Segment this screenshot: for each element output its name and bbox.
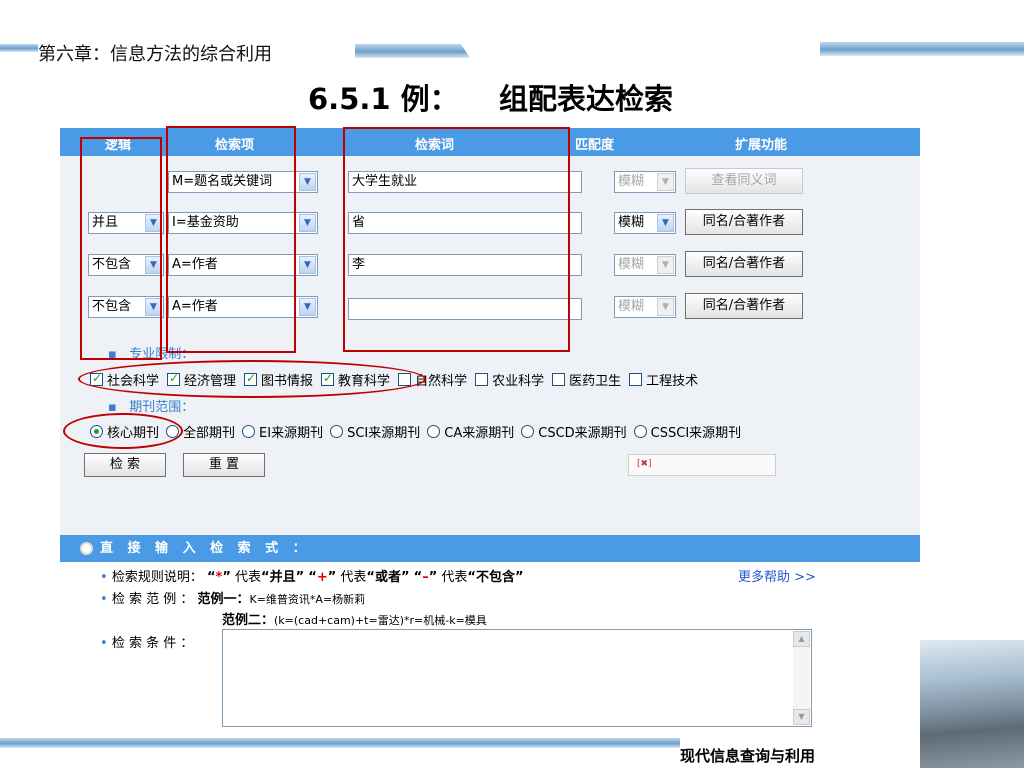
subject-checkbox-5[interactable]: 农业科学 xyxy=(475,370,544,389)
header-match: 匹配度 xyxy=(575,138,615,153)
subject-checkbox-7[interactable]: 工程技术 xyxy=(629,370,698,389)
subject-checkbox-6[interactable]: 医药卫生 xyxy=(552,370,621,389)
building-photo xyxy=(920,640,1024,768)
radio-icon xyxy=(427,425,441,438)
example-line-1: • 检 索 范 例 ： 范例一：K=维普资讯*A=杨新莉 xyxy=(100,592,366,607)
chevron-down-icon: ▼ xyxy=(657,298,674,316)
journal-radio-4[interactable]: CA来源期刊 xyxy=(427,422,514,441)
top-mid-decor-bar xyxy=(355,44,470,58)
top-right-decor-bar xyxy=(820,42,1024,56)
checkbox-icon xyxy=(629,373,643,386)
radio-icon xyxy=(330,425,344,438)
checkbox-icon xyxy=(552,373,566,386)
captcha-box: [✖] xyxy=(628,454,776,476)
subject-limit-highlight xyxy=(78,360,426,398)
bullet-icon: • xyxy=(100,592,108,607)
broken-image-icon: [✖] xyxy=(637,459,652,469)
radio-icon xyxy=(521,425,535,438)
chevron-down-icon: ▼ xyxy=(657,173,674,191)
synonym-button[interactable]: 查看同义词 xyxy=(685,168,803,194)
chevron-down-icon: ▼ xyxy=(299,214,316,232)
example-line-2: 范例二：(k=(cad+cam)+t=雷达)*r=机械-k=模具 xyxy=(222,613,487,628)
coauthor-button-2[interactable]: 同名/合著作者 xyxy=(685,209,803,235)
more-help-link[interactable]: 更多帮助 >> xyxy=(738,566,816,585)
field-column-highlight xyxy=(166,126,296,353)
chevron-down-icon: ▼ xyxy=(299,173,316,191)
header-extend: 扩展功能 xyxy=(735,138,788,153)
search-button[interactable]: 检 索 xyxy=(84,453,166,477)
bottom-decor-bar xyxy=(0,738,680,748)
chapter-title: 第六章：信息方法的综合利用 xyxy=(38,44,272,65)
journal-radio-row: 核心期刊 全部期刊 EI来源期刊 SCI来源期刊 CA来源期刊 CSCD来源期刊… xyxy=(90,422,748,441)
rules-line: • 检索规则说明： “*” 代表“并且” “+” 代表“或者” “–” 代表“不… xyxy=(100,570,524,585)
term-column-highlight xyxy=(343,127,570,352)
coauthor-button-3[interactable]: 同名/合著作者 xyxy=(685,251,803,277)
condition-label: • 检 索 条 件 ： xyxy=(100,636,194,651)
match-select-3[interactable]: 模糊 ▼ xyxy=(614,254,676,276)
magnifier-icon xyxy=(80,542,93,555)
match-select-4[interactable]: 模糊 ▼ xyxy=(614,296,676,318)
scroll-down-icon[interactable]: ▼ xyxy=(793,709,810,725)
chevron-down-icon: ▼ xyxy=(657,256,674,274)
top-left-decor-bar xyxy=(0,44,38,52)
match-select-2[interactable]: 模糊 ▼ xyxy=(614,212,676,234)
coauthor-button-4[interactable]: 同名/合著作者 xyxy=(685,293,803,319)
journal-radio-3[interactable]: SCI来源期刊 xyxy=(330,422,420,441)
bullet-icon: • xyxy=(100,570,108,585)
bullet-icon: • xyxy=(100,636,108,651)
core-journal-highlight xyxy=(63,413,183,449)
checkbox-icon xyxy=(475,373,489,386)
radio-icon xyxy=(242,425,256,438)
chevron-down-icon: ▼ xyxy=(299,298,316,316)
footer-course-name: 现代信息查询与利用 xyxy=(680,747,816,765)
journal-radio-2[interactable]: EI来源期刊 xyxy=(242,422,323,441)
logic-column-highlight xyxy=(80,137,162,360)
slide-title: 6.5.1 例： 组配表达检索 xyxy=(308,82,674,116)
scroll-up-icon[interactable]: ▲ xyxy=(793,631,810,647)
chevron-down-icon: ▼ xyxy=(299,256,316,274)
reset-button[interactable]: 重 置 xyxy=(183,453,265,477)
chevron-down-icon: ▼ xyxy=(657,214,674,232)
match-select-1[interactable]: 模糊 ▼ xyxy=(614,171,676,193)
journal-radio-5[interactable]: CSCD来源期刊 xyxy=(521,422,627,441)
direct-input-header: 直 接 输 入 检 索 式 ： xyxy=(60,535,920,562)
radio-icon xyxy=(633,425,647,438)
textarea-scrollbar[interactable]: ▲ ▼ xyxy=(793,631,810,725)
condition-textarea[interactable]: ▲ ▼ xyxy=(222,629,812,727)
journal-radio-6[interactable]: CSSCI来源期刊 xyxy=(633,422,741,441)
